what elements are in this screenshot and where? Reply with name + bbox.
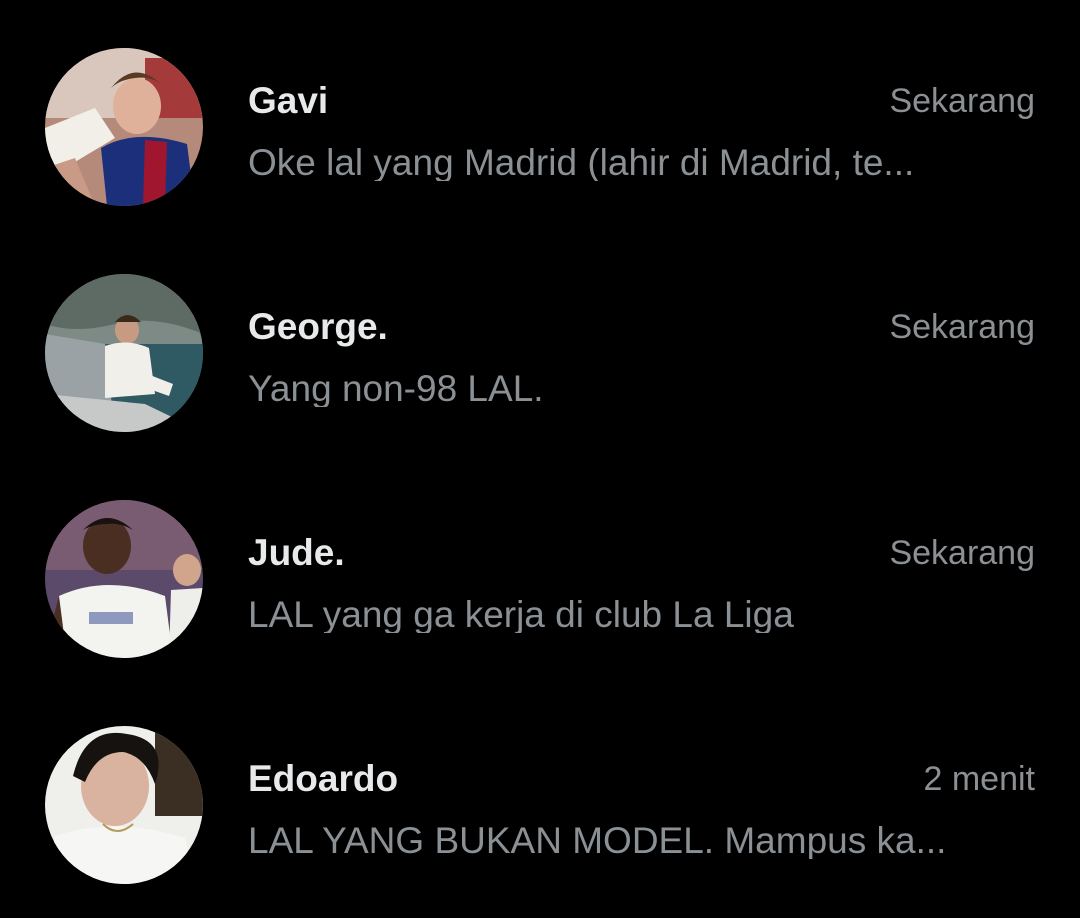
avatar[interactable] bbox=[45, 500, 203, 658]
contact-name: Gavi bbox=[248, 80, 329, 121]
avatar[interactable] bbox=[45, 274, 203, 432]
avatar-photo-icon bbox=[45, 274, 203, 432]
avatar[interactable] bbox=[45, 48, 203, 206]
conversation-item-jude[interactable]: Jude. Sekarang LAL yang ga kerja di club… bbox=[0, 466, 1080, 692]
avatar-photo-icon bbox=[45, 48, 203, 206]
conversation-item-edoardo[interactable]: Edoardo 2 menit LAL YANG BUKAN MODEL. Ma… bbox=[0, 692, 1080, 918]
message-time: Sekarang bbox=[889, 534, 1035, 572]
conversation-list: Gavi Sekarang Oke lal yang Madrid (lahir… bbox=[0, 0, 1080, 910]
message-time: 2 menit bbox=[923, 760, 1036, 798]
conversation-item-george[interactable]: George. Sekarang Yang non-98 LAL. bbox=[0, 240, 1080, 466]
contact-name: George. bbox=[248, 306, 388, 347]
avatar-photo-icon bbox=[45, 726, 203, 884]
message-preview: LAL YANG BUKAN MODEL. Mampus ka... bbox=[248, 822, 947, 859]
conversation-item-gavi[interactable]: Gavi Sekarang Oke lal yang Madrid (lahir… bbox=[0, 14, 1080, 240]
contact-name: Jude. bbox=[248, 532, 345, 573]
contact-name: Edoardo bbox=[248, 758, 399, 799]
message-preview: Oke lal yang Madrid (lahir di Madrid, te… bbox=[248, 144, 915, 181]
message-time: Sekarang bbox=[889, 308, 1035, 346]
avatar-photo-icon bbox=[45, 500, 203, 658]
message-time: Sekarang bbox=[889, 82, 1035, 120]
message-preview: LAL yang ga kerja di club La Liga bbox=[248, 596, 794, 633]
avatar[interactable] bbox=[45, 726, 203, 884]
message-preview: Yang non-98 LAL. bbox=[248, 370, 544, 407]
